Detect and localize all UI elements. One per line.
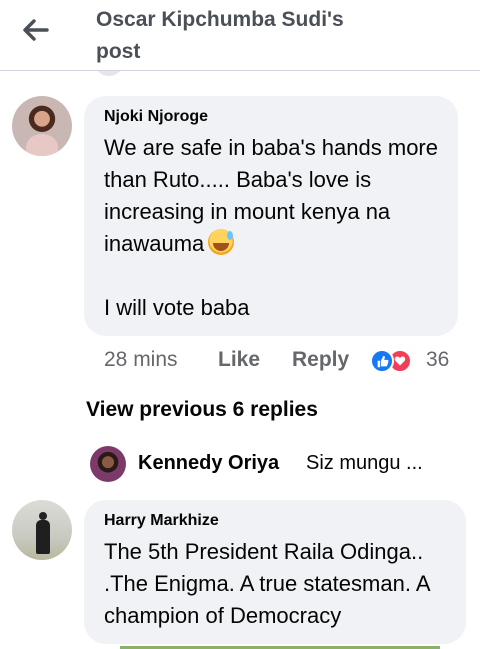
avatar[interactable]: [12, 96, 72, 156]
post-comments-page: Oscar Kipchumba Sudi's post Njoki Njorog…: [0, 0, 480, 649]
reply-button[interactable]: Reply: [292, 348, 349, 372]
reply-author[interactable]: Kennedy Oriya: [138, 452, 279, 475]
like-reaction-icon: [370, 349, 394, 373]
comment-actions: 28 mins Like Reply 36: [104, 346, 474, 376]
comment-text-main: We are safe in baba's hands more than Ru…: [104, 135, 438, 256]
avatar[interactable]: [12, 500, 72, 560]
comment-text: The 5th President Raila Odinga.. .The En…: [104, 539, 430, 628]
arrow-left-icon: [23, 18, 49, 46]
post-header: Oscar Kipchumba Sudi's post: [0, 0, 480, 71]
page-title-line-1: Oscar Kipchumba Sudi's: [96, 8, 344, 31]
sweat-smile-emoji-icon: [208, 229, 235, 255]
comment-author[interactable]: Harry Markhize: [104, 512, 219, 530]
reactions-summary[interactable]: [370, 348, 420, 374]
comment-text: We are safe in baba's hands more than Ru…: [104, 132, 454, 324]
comment-text-secondary: I will vote baba: [104, 295, 250, 320]
page-title: Oscar Kipchumba Sudi's post: [96, 4, 396, 68]
like-button[interactable]: Like: [218, 348, 260, 372]
page-title-line-2: post: [96, 40, 141, 63]
comment-bubble[interactable]: Harry Markhize The 5th President Raila O…: [84, 500, 466, 644]
back-button[interactable]: [14, 14, 58, 50]
comment-bubble[interactable]: Njoki Njoroge We are safe in baba's hand…: [84, 96, 458, 336]
reaction-count[interactable]: 36: [426, 348, 449, 372]
view-previous-replies-link[interactable]: View previous 6 replies: [86, 398, 318, 422]
comment-author[interactable]: Njoki Njoroge: [104, 108, 208, 126]
reply-avatar[interactable]: [90, 446, 126, 482]
reply-snippet[interactable]: Siz mungu ...: [306, 452, 442, 475]
comment-timestamp[interactable]: 28 mins: [104, 348, 178, 372]
